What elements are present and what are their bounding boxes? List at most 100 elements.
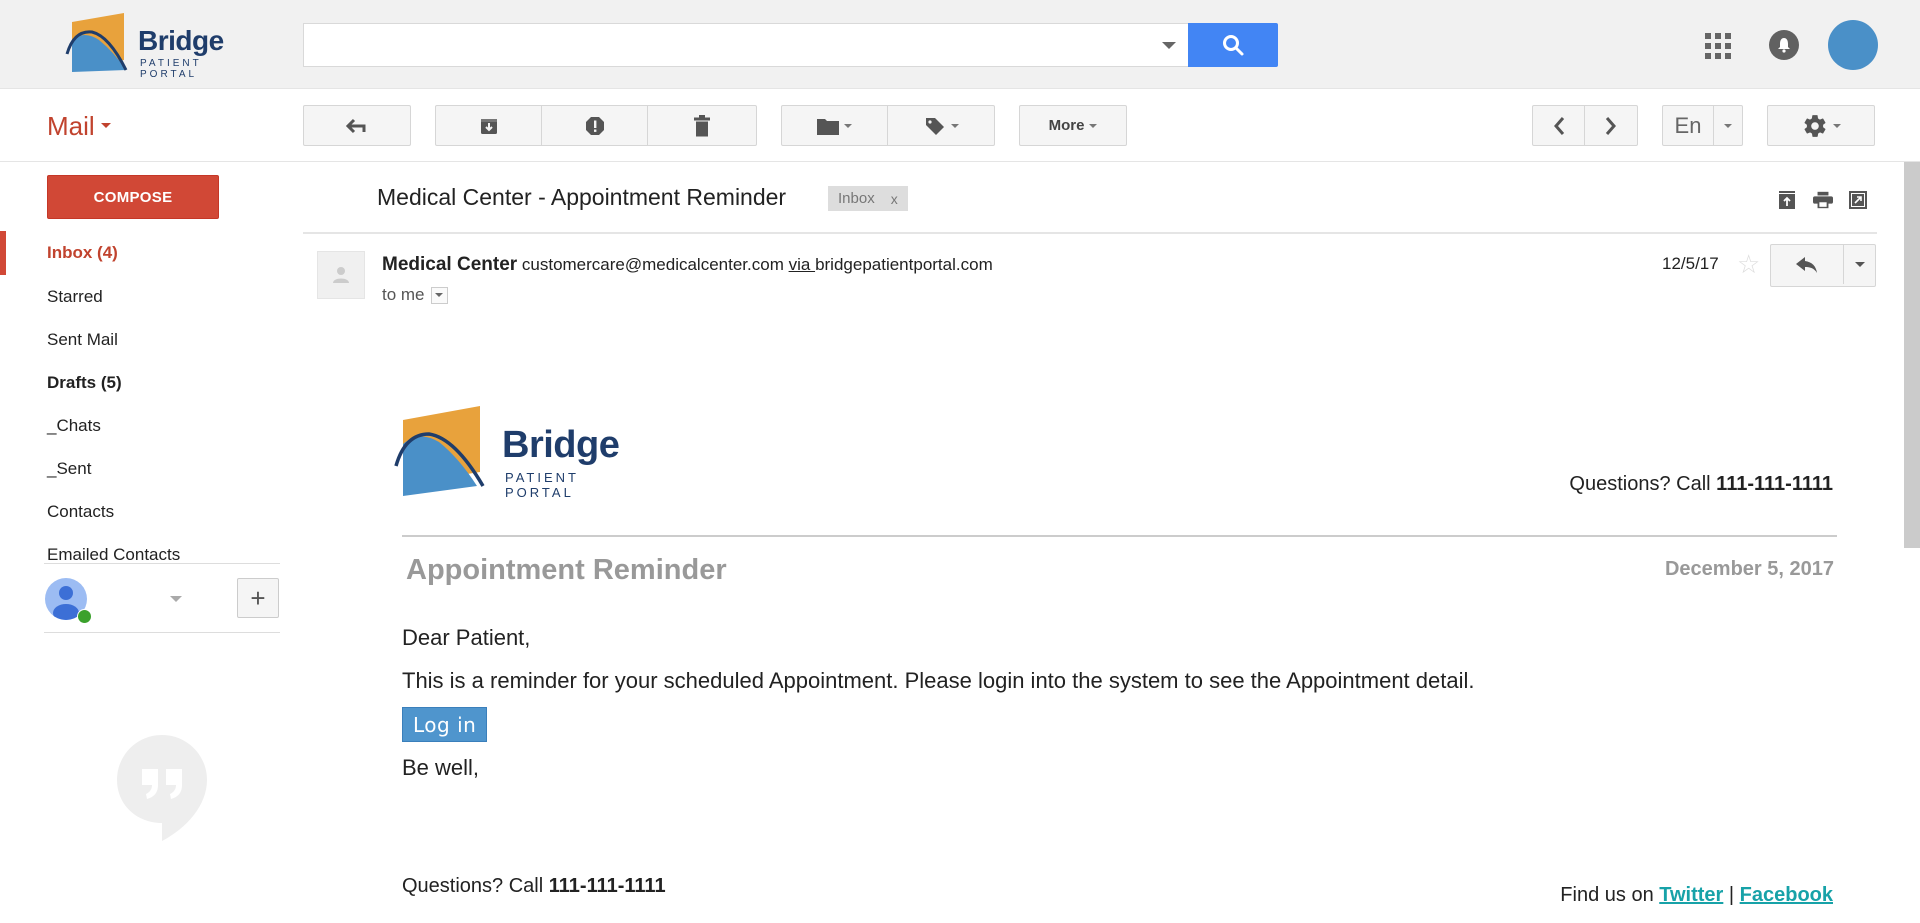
inbox-label-chip[interactable]: Inbox x	[828, 186, 908, 211]
hangouts-quote-bubble-icon	[117, 735, 207, 841]
chevron-down-icon	[435, 293, 444, 297]
findus-prefix: Find us on	[1560, 884, 1660, 906]
search-input[interactable]	[303, 23, 1188, 67]
to-me-label: to me	[382, 285, 425, 304]
signoff-text: Be well,	[402, 755, 480, 780]
expand-all-icon	[1779, 191, 1795, 209]
reply-button-group	[1770, 244, 1876, 287]
sender-avatar	[317, 251, 365, 299]
reply-icon	[1796, 256, 1817, 273]
folder-icon	[817, 118, 839, 135]
print-button[interactable]	[1813, 190, 1833, 210]
email-body-title: Appointment Reminder	[406, 554, 727, 586]
logo-tagline-text: PATIENT PORTAL	[140, 58, 202, 80]
recipient-info: to me	[382, 285, 448, 305]
chevron-down-icon	[844, 123, 852, 128]
settings-button[interactable]	[1767, 105, 1875, 146]
sidebar-item-sent-mail[interactable]: Sent Mail	[47, 330, 118, 350]
language-label: En	[1674, 112, 1702, 138]
email-bridge-logo: Bridge PATIENT PORTAL	[393, 404, 653, 500]
sidebar-item-sent[interactable]: _Sent	[47, 459, 91, 479]
move-to-button[interactable]	[782, 106, 888, 145]
hangouts-icon[interactable]	[115, 733, 209, 843]
bell-glyph-icon	[1778, 38, 1790, 53]
greeting-text: Dear Patient,	[402, 625, 531, 650]
top-header-bar: Bridge PATIENT PORTAL	[0, 0, 1920, 89]
open-in-new-window-button[interactable]	[1848, 190, 1868, 210]
scrollbar-thumb[interactable]	[1904, 162, 1920, 548]
active-nav-indicator	[0, 231, 6, 275]
mail-app-switcher[interactable]: Mail	[47, 111, 111, 142]
back-arrow-icon	[346, 118, 366, 133]
label-tag-icon	[925, 117, 944, 135]
account-avatar[interactable]	[1828, 20, 1878, 70]
questions-call-footer: Questions? Call 111-111-1111	[402, 875, 666, 898]
delete-button[interactable]	[648, 106, 756, 145]
chevron-down-icon	[950, 123, 959, 128]
apps-grid-icon[interactable]	[1705, 33, 1731, 59]
open-in-new-window-icon	[1849, 191, 1867, 209]
logo-brand-text: Bridge	[138, 25, 224, 56]
sidebar-item-starred[interactable]: Starred	[47, 287, 103, 307]
new-chat-button[interactable]: +	[237, 578, 279, 618]
reply-button[interactable]	[1771, 245, 1844, 284]
questions-call-header: Questions? Call 111-111-1111	[1569, 473, 1833, 496]
compose-button[interactable]: COMPOSE	[47, 175, 219, 219]
search-icon	[1223, 35, 1244, 56]
sidebar-item-chats[interactable]: _Chats	[47, 416, 101, 436]
input-tools-group: En	[1662, 105, 1743, 146]
archive-icon	[480, 118, 497, 134]
star-icon[interactable]: ☆	[1737, 249, 1760, 280]
older-button[interactable]	[1585, 106, 1637, 145]
email-body-date: December 5, 2017	[1664, 558, 1834, 580]
input-tools-dropdown[interactable]	[1714, 106, 1742, 145]
chat-status-dropdown-icon[interactable]	[170, 596, 182, 602]
sender-name[interactable]: Medical Center	[382, 254, 517, 275]
message-text: This is a reminder for your scheduled Ap…	[402, 668, 1475, 693]
sidebar-item-emailed-contacts[interactable]: Emailed Contacts	[47, 545, 180, 565]
chevron-down-icon	[1089, 123, 1098, 128]
sender-info: Medical Center customercare@medicalcente…	[382, 254, 993, 276]
newer-button[interactable]	[1533, 106, 1586, 145]
back-to-inbox-button[interactable]	[303, 105, 411, 146]
trash-icon	[694, 114, 710, 136]
chevron-down-icon	[100, 122, 111, 128]
sidebar-item-inbox[interactable]: Inbox (4)	[47, 243, 118, 263]
email-body-divider	[402, 535, 1837, 537]
questions-prefix: Questions? Call	[402, 875, 549, 897]
link-separator: |	[1723, 884, 1740, 906]
label-chip-text: Inbox	[838, 190, 875, 207]
labels-button[interactable]	[888, 106, 994, 145]
search-text-field[interactable]	[304, 24, 1100, 66]
pagination-group	[1532, 105, 1638, 146]
expand-all-button[interactable]	[1777, 190, 1797, 210]
twitter-link[interactable]: Twitter	[1659, 884, 1723, 906]
sidebar-item-contacts[interactable]: Contacts	[47, 502, 114, 522]
notifications-bell-icon[interactable]	[1769, 30, 1799, 60]
more-button[interactable]: More	[1019, 105, 1127, 146]
subject-divider	[303, 232, 1877, 234]
show-details-button[interactable]	[430, 286, 448, 304]
social-links: Find us on Twitter | Facebook	[1560, 884, 1833, 907]
remove-label-button[interactable]: x	[891, 191, 898, 207]
sidebar-item-drafts[interactable]: Drafts (5)	[47, 373, 122, 393]
search-button[interactable]	[1188, 23, 1278, 67]
bridge-logo[interactable]: Bridge PATIENT PORTAL	[64, 10, 264, 80]
report-spam-button[interactable]	[542, 106, 648, 145]
chevron-down-icon	[1854, 262, 1865, 267]
more-reply-options-button[interactable]	[1844, 245, 1875, 284]
archive-button[interactable]	[436, 106, 542, 145]
chat-section-divider-bottom	[44, 632, 280, 633]
organize-button-group	[781, 105, 995, 146]
questions-prefix: Questions? Call	[1569, 473, 1717, 495]
via-link[interactable]: via	[789, 255, 815, 274]
input-tools-button[interactable]: En	[1663, 106, 1714, 145]
report-spam-icon	[585, 116, 604, 135]
log-in-button[interactable]: Log in	[402, 707, 488, 742]
bridge-logo-mark-icon	[65, 13, 128, 72]
via-domain: bridgepatientportal.com	[815, 255, 993, 274]
phone-number: 111-111-1111	[548, 875, 666, 897]
online-status-indicator	[77, 609, 92, 624]
facebook-link[interactable]: Facebook	[1740, 884, 1833, 906]
search-options-caret-icon[interactable]	[1162, 42, 1176, 49]
